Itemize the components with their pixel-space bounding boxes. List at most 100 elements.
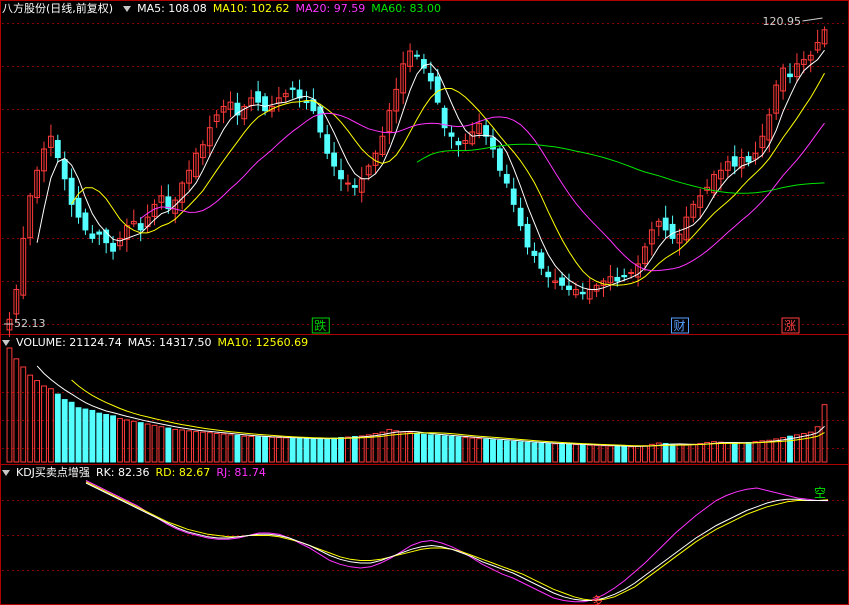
volume-bar <box>483 438 489 463</box>
volume-bar <box>20 366 27 463</box>
volume-bar <box>676 444 683 463</box>
volume-bar <box>47 388 54 463</box>
candle-down <box>434 76 441 103</box>
volume-bar <box>731 442 738 463</box>
volume-bar <box>89 409 96 463</box>
volume-bar <box>566 443 572 463</box>
volume-ma5-line <box>36 365 825 447</box>
volume-bar <box>807 431 814 463</box>
volume-bar <box>137 422 144 463</box>
stock-chart-window: 120.95 52.13 跌 财 涨空多 八方股份(日线,前复权) MA5: 108.08… <box>0 0 849 605</box>
candle-down <box>317 106 324 133</box>
candle-down <box>448 132 455 137</box>
volume-dropdown-triangle-icon[interactable] <box>2 339 10 346</box>
volume-bar <box>711 441 717 463</box>
candle-down <box>331 152 338 167</box>
stock-name[interactable]: 八方股份 <box>2 2 46 15</box>
kdj-indicator-0[interactable]: KDJ买卖点增强 <box>16 466 90 479</box>
volume-bar <box>165 427 172 463</box>
candle-down <box>324 134 331 154</box>
volume-bar <box>648 443 655 463</box>
volume-bar <box>282 437 289 463</box>
volume-bar <box>324 437 331 463</box>
volume-bar <box>199 431 206 463</box>
volume-bar <box>103 414 110 463</box>
volume-bar <box>96 412 103 463</box>
volume-bar <box>213 433 220 463</box>
candle-down <box>483 125 489 137</box>
volume-bar <box>75 407 82 463</box>
volume-bar <box>248 435 255 463</box>
volume-bar <box>628 446 635 463</box>
volume-bar <box>372 433 379 463</box>
chart-canvas[interactable]: 120.95 52.13 跌 财 涨空多 <box>0 0 849 605</box>
kdj-indicator-2[interactable]: RD: 82.67 <box>156 466 211 479</box>
candle-down <box>614 276 621 282</box>
volume-bar <box>434 434 441 463</box>
volume-bar <box>593 444 600 463</box>
volume-bar <box>338 437 344 463</box>
volume-indicator-1[interactable]: MA5: 14317.50 <box>128 336 212 349</box>
volume-panel-header: VOLUME: 21124.74 MA5: 14317.50 MA10: 12560… <box>2 336 320 349</box>
kdj-rd-line <box>85 481 829 602</box>
volume-bar <box>490 439 496 463</box>
volume-bar <box>524 441 531 463</box>
candle-down <box>745 156 752 163</box>
candle-down <box>262 96 268 112</box>
candle-up <box>628 271 635 274</box>
volume-bar <box>510 440 517 463</box>
volume-bar <box>144 423 151 463</box>
outer-border <box>0 0 849 605</box>
main-indicator-2[interactable]: MA20: 97.59 <box>296 2 366 15</box>
volume-bar <box>317 438 324 463</box>
main-indicator-1[interactable]: MA10: 102.62 <box>213 2 290 15</box>
kdj-indicator-1[interactable]: RK: 82.36 <box>96 466 150 479</box>
volume-bar <box>151 424 158 463</box>
candle-down <box>496 148 503 171</box>
candle-down <box>165 196 172 210</box>
volume-indicator-0[interactable]: VOLUME: 21124.74 <box>16 336 122 349</box>
high-price-label: 120.95 <box>763 15 802 28</box>
volume-bar <box>773 438 780 463</box>
volume-bar <box>503 440 510 463</box>
period-label[interactable]: (日线,前复权) <box>46 2 113 15</box>
candle-down <box>545 271 552 278</box>
candle-down <box>255 91 262 103</box>
main-indicator-3[interactable]: MA60: 83.00 <box>371 2 441 15</box>
volume-bar <box>559 443 565 463</box>
volume-bar <box>455 436 462 463</box>
volume-bar <box>427 434 434 463</box>
volume-indicator-2[interactable]: MA10: 12560.69 <box>217 336 308 349</box>
volume-bar <box>310 438 317 463</box>
kdj-dropdown-triangle-icon[interactable] <box>2 469 10 476</box>
volume-bar <box>469 437 476 463</box>
candle-down <box>621 275 628 278</box>
candle-down <box>289 87 296 90</box>
kdj-indicator-3[interactable]: RJ: 81.74 <box>216 466 266 479</box>
volume-bar <box>186 430 192 463</box>
volume-bar <box>61 399 68 463</box>
volume-bar <box>241 435 248 463</box>
volume-bar <box>448 435 455 463</box>
candle-down <box>669 223 676 239</box>
candle-up <box>345 182 351 185</box>
candle-down <box>538 252 545 269</box>
volume-bar <box>669 443 676 463</box>
volume-bar <box>718 441 724 463</box>
volume-bar <box>690 443 697 463</box>
candle-down <box>787 73 793 78</box>
candle-down <box>414 54 420 57</box>
volume-bar <box>738 442 745 463</box>
volume-bar <box>462 437 469 463</box>
volume-bar <box>158 426 165 463</box>
volume-bar <box>420 433 427 463</box>
volume-bar <box>579 444 586 463</box>
dropdown-triangle-icon[interactable] <box>123 5 132 12</box>
volume-bar <box>130 420 137 463</box>
kdj-panel-header: KDJ买卖点增强 RK: 82.36 RD: 82.67 RJ: 81.74 <box>2 466 278 479</box>
volume-bar <box>234 434 241 463</box>
main-indicator-0[interactable]: MA5: 108.08 <box>137 2 207 15</box>
volume-bar <box>496 439 503 463</box>
volume-bar <box>476 438 483 463</box>
candle-down <box>82 212 89 231</box>
